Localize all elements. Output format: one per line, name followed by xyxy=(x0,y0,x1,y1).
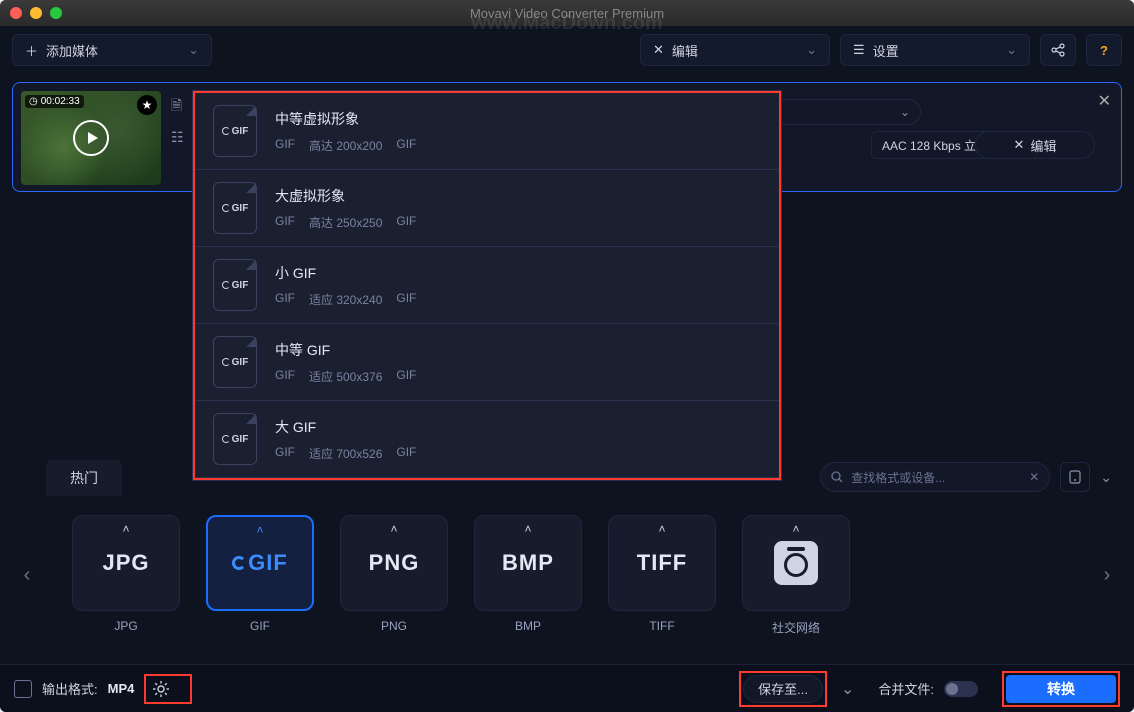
chevron-up-icon: ˄ xyxy=(524,522,531,536)
edit-label: 编辑 xyxy=(672,41,698,60)
close-window-icon[interactable] xyxy=(10,7,22,19)
preset-meta: GIF高达 200x200GIF xyxy=(275,137,416,154)
merge-toggle[interactable] xyxy=(944,681,978,697)
chevron-down-icon[interactable]: ⌄ xyxy=(841,679,854,699)
settings-label: 设置 xyxy=(873,41,899,60)
output-file-icon xyxy=(14,680,32,698)
tools-icon: ✕ xyxy=(653,42,664,58)
clear-search-icon[interactable]: ✕ xyxy=(1029,470,1039,484)
edit-media-button[interactable]: ✕ 编辑 xyxy=(975,131,1095,159)
help-button[interactable]: ? xyxy=(1086,34,1122,66)
chevron-up-icon: ˄ xyxy=(122,522,129,536)
add-media-label: 添加媒体 xyxy=(46,41,98,60)
preset-title: 小 GIF xyxy=(275,263,416,283)
duration-badge: ◷00:02:33 xyxy=(25,95,84,108)
format-社交网络[interactable]: ˄ 社交网络 xyxy=(742,515,850,636)
chevron-down-icon[interactable]: ⌄ xyxy=(1100,469,1112,486)
convert-button[interactable]: 转换 xyxy=(1006,675,1116,703)
preset-item[interactable]: GIF 中等虚拟形象 GIF高达 200x200GIF xyxy=(195,93,779,170)
preset-meta: GIF适应 320x240GIF xyxy=(275,291,416,308)
video-thumbnail[interactable]: ◷00:02:33 ★ xyxy=(21,91,161,185)
gif-file-icon: GIF xyxy=(213,336,257,388)
format-label: GIF xyxy=(232,550,288,576)
format-name: TIFF xyxy=(649,619,674,633)
carousel-next-button[interactable]: › xyxy=(1092,564,1122,587)
format-preset-popup: GIF 中等虚拟形象 GIF高达 200x200GIF GIF 大虚拟形象 GI… xyxy=(192,90,782,481)
chevron-up-icon: ˄ xyxy=(658,522,665,536)
gif-file-icon: GIF xyxy=(213,105,257,157)
format-PNG[interactable]: ˄ PNG PNG xyxy=(340,515,448,633)
file-icon[interactable]: 🗎 xyxy=(171,95,184,119)
format-name: GIF xyxy=(250,619,270,633)
search-placeholder: 查找格式或设备... xyxy=(851,469,945,486)
preset-item[interactable]: GIF 小 GIF GIF适应 320x240GIF xyxy=(195,247,779,324)
search-icon xyxy=(831,471,843,483)
share-icon xyxy=(1050,42,1066,58)
format-label: JPG xyxy=(102,550,149,576)
output-format-label: 输出格式: xyxy=(42,679,98,698)
format-label: PNG xyxy=(369,550,420,576)
chevron-down-icon: ⌄ xyxy=(1006,42,1017,58)
gif-file-icon: GIF xyxy=(213,182,257,234)
window-title: Movavi Video Converter Premium xyxy=(0,6,1134,21)
format-name: 社交网络 xyxy=(772,619,820,636)
preset-item[interactable]: GIF 大 GIF GIF适应 700x526GIF xyxy=(195,401,779,478)
play-icon[interactable] xyxy=(73,120,109,156)
chevron-down-icon: ⌄ xyxy=(188,42,199,58)
sliders-icon: ☰ xyxy=(853,42,865,58)
close-icon[interactable]: ✕ xyxy=(1098,91,1111,111)
minimize-window-icon[interactable] xyxy=(30,7,42,19)
chevron-up-icon: ˄ xyxy=(792,522,799,536)
format-GIF[interactable]: ˄ GIF GIF xyxy=(206,515,314,633)
output-format-value: MP4 xyxy=(108,681,135,696)
edit-dropdown[interactable]: ✕ 编辑 ⌄ xyxy=(640,34,830,66)
camera-icon xyxy=(774,541,818,585)
toolbar: ＋ 添加媒体 ⌄ ✕ 编辑 ⌄ ☰ 设置 ⌄ ? xyxy=(0,26,1134,74)
preset-meta: GIF适应 700x526GIF xyxy=(275,445,416,462)
format-name: JPG xyxy=(114,619,137,633)
chevron-down-icon: ⌄ xyxy=(806,42,817,58)
gif-file-icon: GIF xyxy=(213,413,257,465)
add-media-button[interactable]: ＋ 添加媒体 ⌄ xyxy=(12,34,212,66)
format-TIFF[interactable]: ˄ TIFF TIFF xyxy=(608,515,716,633)
preset-item[interactable]: GIF 大虚拟形象 GIF高达 250x250GIF xyxy=(195,170,779,247)
settings-dropdown[interactable]: ☰ 设置 ⌄ xyxy=(840,34,1030,66)
preset-title: 大虚拟形象 xyxy=(275,186,416,206)
preset-title: 中等虚拟形象 xyxy=(275,109,416,129)
format-label: TIFF xyxy=(637,550,687,576)
tab-popular[interactable]: 热门 xyxy=(46,460,122,496)
preset-title: 中等 GIF xyxy=(275,340,416,360)
format-label: BMP xyxy=(502,550,554,576)
list-icon[interactable]: ☷ xyxy=(171,129,184,146)
plus-icon: ＋ xyxy=(25,41,38,60)
chevron-up-icon: ˄ xyxy=(256,523,263,537)
share-button[interactable] xyxy=(1040,34,1076,66)
chevron-down-icon: ⌄ xyxy=(900,105,910,119)
preset-meta: GIF适应 500x376GIF xyxy=(275,368,416,385)
chevron-up-icon: ˄ xyxy=(390,522,397,536)
preset-title: 大 GIF xyxy=(275,417,416,437)
save-to-button[interactable]: 保存至... xyxy=(743,675,823,703)
device-detect-button[interactable] xyxy=(1060,462,1090,492)
carousel-prev-button[interactable]: ‹ xyxy=(12,564,42,587)
bottom-bar: 输出格式: MP4 保存至... ⌄ 合并文件: 转换 xyxy=(0,664,1134,712)
merge-files-label: 合并文件: xyxy=(878,679,934,698)
favorite-icon[interactable]: ★ xyxy=(137,95,157,115)
tools-icon: ✕ xyxy=(1014,137,1025,153)
preset-item[interactable]: GIF 中等 GIF GIF适应 500x376GIF xyxy=(195,324,779,401)
maximize-window-icon[interactable] xyxy=(50,7,62,19)
titlebar: Movavi Video Converter Premium xyxy=(0,0,1134,26)
preset-meta: GIF高达 250x250GIF xyxy=(275,214,416,231)
format-JPG[interactable]: ˄ JPG JPG xyxy=(72,515,180,633)
format-BMP[interactable]: ˄ BMP BMP xyxy=(474,515,582,633)
gear-icon[interactable] xyxy=(152,680,170,698)
format-name: BMP xyxy=(515,619,541,633)
format-carousel: ‹ ˄JPGJPG˄GIFGIF˄PNGPNG˄BMPBMP˄TIFFTIFF˄… xyxy=(12,500,1122,650)
help-icon: ? xyxy=(1100,43,1108,58)
gif-file-icon: GIF xyxy=(213,259,257,311)
search-input[interactable]: 查找格式或设备... ✕ xyxy=(820,462,1050,492)
format-name: PNG xyxy=(381,619,407,633)
